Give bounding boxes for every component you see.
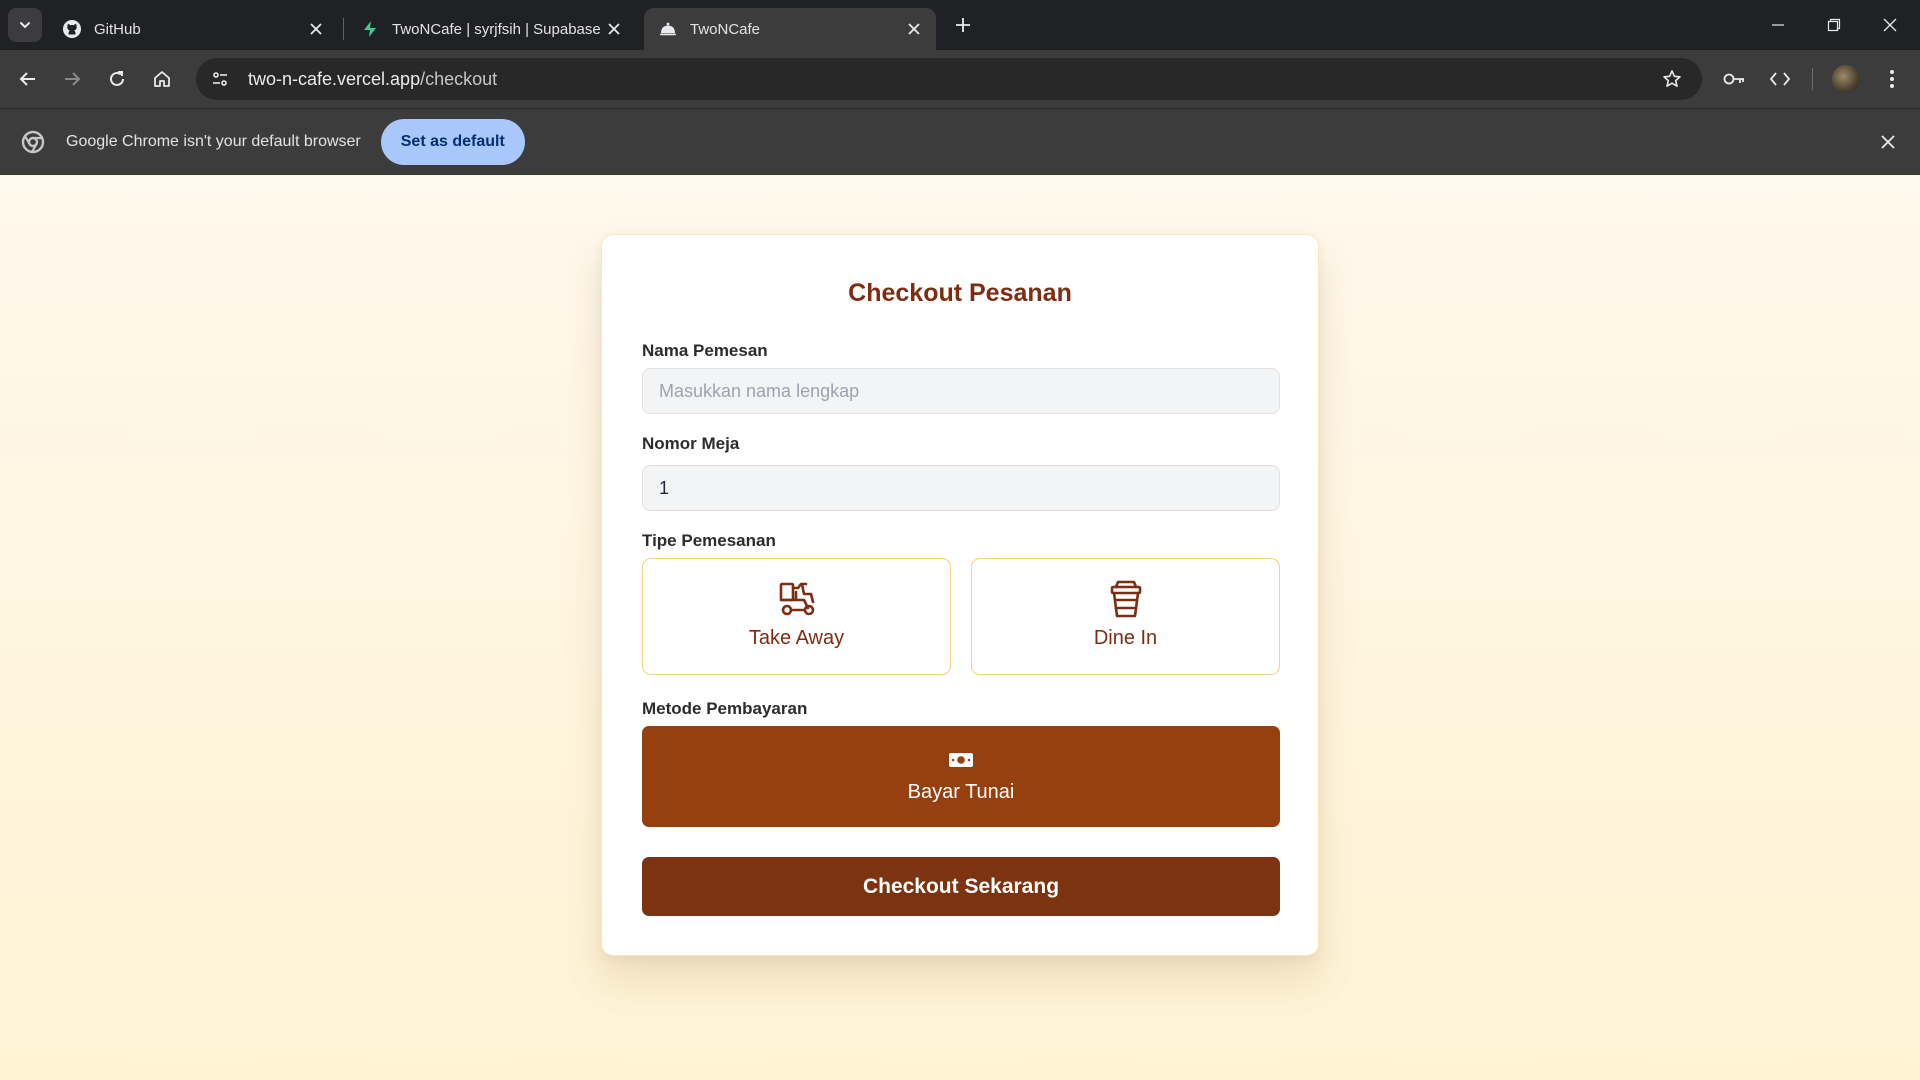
cash-payment-option[interactable]: Bayar Tunai — [642, 726, 1280, 827]
close-infobar-icon[interactable] — [1876, 130, 1900, 154]
arrow-right-icon — [65, 72, 81, 86]
browser-toolbar: two-n-cafe.vercel.app/checkout — [0, 50, 1920, 108]
tab-separator — [343, 18, 344, 40]
github-icon — [62, 19, 82, 39]
minimize-icon — [1772, 24, 1784, 26]
new-tab-button[interactable] — [948, 10, 978, 40]
checkout-submit-button[interactable]: Checkout Sekarang — [642, 857, 1280, 916]
reload-icon — [110, 71, 124, 86]
infobar-message: Google Chrome isn't your default browser — [66, 133, 361, 150]
back-button[interactable] — [12, 63, 44, 95]
take-away-label: Take Away — [748, 627, 845, 649]
checkout-card: Checkout Pesanan Nama Pemesan Nomor Meja… — [601, 234, 1319, 956]
set-as-default-button[interactable]: Set as default — [380, 119, 525, 165]
close-icon — [1883, 18, 1897, 32]
page-title: Checkout Pesanan — [848, 279, 1072, 307]
home-button[interactable] — [146, 63, 178, 95]
dine-in-label: Dine In — [1093, 627, 1158, 649]
tab-title: TwoNCafe | syrjfsih | Supabase — [392, 20, 601, 38]
take-away-option[interactable]: Take Away — [642, 558, 951, 675]
name-label: Nama Pemesan — [642, 341, 768, 360]
close-tab-icon[interactable] — [602, 17, 626, 41]
devtools-button[interactable] — [1764, 63, 1796, 95]
password-manager-button[interactable] — [1719, 63, 1751, 95]
browser-tab-strip: GitHub TwoNCafe | syrjfsih | Supabase Tw… — [0, 0, 1920, 50]
tab-title: GitHub — [94, 20, 141, 38]
browser-menu-button[interactable] — [1876, 63, 1908, 95]
reload-button[interactable] — [101, 63, 133, 95]
cash-icon — [947, 748, 975, 772]
tab-twoncafe[interactable]: TwoNCafe — [644, 8, 936, 50]
restore-icon — [1827, 18, 1841, 32]
site-info-icon[interactable] — [204, 63, 236, 95]
home-icon — [154, 71, 170, 87]
arrow-left-icon — [19, 72, 35, 86]
dine-in-option[interactable]: Dine In — [971, 558, 1280, 675]
more-vertical-icon — [1890, 70, 1894, 88]
tab-supabase[interactable]: TwoNCafe | syrjfsih | Supabase — [346, 8, 636, 50]
coffee-cup-icon — [1106, 579, 1146, 619]
table-number-label: Nomor Meja — [642, 434, 740, 453]
default-browser-infobar: Google Chrome isn't your default browser… — [0, 108, 1920, 175]
address-bar[interactable]: two-n-cafe.vercel.app/checkout — [196, 58, 1702, 100]
name-input[interactable] — [642, 368, 1280, 414]
forward-button[interactable] — [56, 63, 88, 95]
tab-search-button[interactable] — [8, 8, 42, 42]
code-icon — [1769, 72, 1791, 86]
table-number-input[interactable] — [642, 465, 1280, 511]
key-icon — [1723, 73, 1744, 85]
delivery-scooter-icon — [777, 579, 817, 619]
cafe-cloche-icon — [658, 19, 678, 39]
toolbar-divider — [1812, 68, 1813, 90]
url-host: two-n-cafe.vercel.app — [248, 68, 421, 89]
chevron-down-icon — [20, 22, 30, 29]
url-text: two-n-cafe.vercel.app/checkout — [248, 69, 497, 90]
tab-github[interactable]: GitHub — [48, 8, 338, 50]
chrome-logo-icon — [20, 129, 46, 155]
close-window-button[interactable] — [1862, 0, 1918, 50]
payment-method-label: Metode Pembayaran — [642, 699, 808, 718]
close-tab-icon[interactable] — [304, 17, 328, 41]
close-tab-icon[interactable] — [902, 17, 926, 41]
minimize-button[interactable] — [1750, 0, 1806, 50]
restore-button[interactable] — [1806, 0, 1862, 50]
page-viewport: Checkout Pesanan Nama Pemesan Nomor Meja… — [0, 175, 1920, 1080]
order-type-label: Tipe Pemesanan — [642, 531, 776, 550]
url-path: /checkout — [420, 68, 498, 89]
bookmark-star-icon[interactable] — [1656, 63, 1688, 95]
tab-title: TwoNCafe — [690, 20, 761, 38]
supabase-icon — [360, 19, 380, 39]
plus-icon — [956, 18, 970, 32]
profile-avatar[interactable] — [1832, 65, 1860, 93]
cash-payment-label: Bayar Tunai — [907, 781, 1015, 803]
